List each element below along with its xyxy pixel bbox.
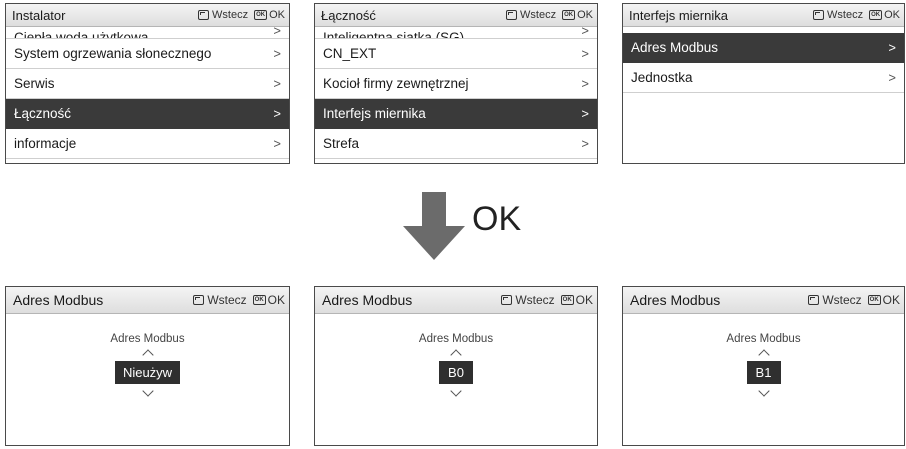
menu-item-connectivity[interactable]: Łączność > <box>6 99 289 129</box>
menu-item-modbus-address[interactable]: Adres Modbus > <box>623 33 904 63</box>
menu-item-label: Inteligentna siatka (SG) <box>323 30 465 39</box>
value-spinner: Adres Modbus B0 <box>315 333 597 397</box>
ok-icon[interactable]: OK <box>869 10 883 20</box>
ok-icon[interactable]: OK <box>560 295 574 305</box>
ok-label[interactable]: OK <box>268 293 285 307</box>
menu-item-zone[interactable]: Strefa > <box>315 129 597 159</box>
chevron-right-icon: > <box>273 136 281 151</box>
ok-label[interactable]: OK <box>884 9 900 21</box>
menu-item-label: informacje <box>14 136 77 151</box>
value-spinner: Adres Modbus Nieużyw <box>6 333 289 397</box>
screen-title: Interfejs miernika <box>629 7 728 23</box>
screen-instalator: Instalator Wstecz OK OK Ciepła woda użyt… <box>5 3 290 164</box>
menu-item-dhw[interactable]: Ciepła woda użytkowa > <box>6 27 289 39</box>
spinner-caption: Adres Modbus <box>418 333 494 345</box>
back-icon[interactable] <box>808 295 820 305</box>
spinner-caption: Adres Modbus <box>110 333 185 345</box>
screen-title: Adres Modbus <box>13 292 104 308</box>
chevron-down-icon[interactable] <box>450 385 462 397</box>
menu-item-smart-grid[interactable]: Inteligentna siatka (SG) > <box>315 27 597 39</box>
back-icon[interactable] <box>198 10 210 20</box>
back-label[interactable]: Wstecz <box>207 293 246 307</box>
screen-header: Adres Modbus Wstecz OK OK <box>315 287 597 314</box>
menu-item-label: Kocioł firmy zewnętrznej <box>323 76 469 91</box>
menu-item-meter-interface[interactable]: Interfejs miernika > <box>315 99 597 129</box>
menu-item-solar[interactable]: System ogrzewania słonecznego > <box>6 39 289 69</box>
screen-title: Łączność <box>321 7 376 23</box>
chevron-right-icon: > <box>581 76 589 91</box>
chevron-down-icon[interactable] <box>757 385 770 397</box>
chevron-right-icon: > <box>273 76 281 91</box>
menu-item-label: Jednostka <box>631 70 693 85</box>
screen-header: Adres Modbus Wstecz OK OK <box>6 287 289 314</box>
screen-meter-interface: Interfejs miernika Wstecz OK OK Adres Mo… <box>622 3 905 164</box>
chevron-up-icon[interactable] <box>757 349 770 361</box>
screen-header: Interfejs miernika Wstecz OK OK <box>623 4 904 27</box>
chevron-right-icon: > <box>888 40 896 55</box>
chevron-down-icon[interactable] <box>141 385 154 397</box>
back-label[interactable]: Wstecz <box>822 293 861 307</box>
back-icon[interactable] <box>813 10 825 20</box>
menu-item-label: Interfejs miernika <box>323 106 426 121</box>
screen-title: Instalator <box>12 7 66 23</box>
back-label[interactable]: Wstecz <box>212 9 248 21</box>
menu-item-label: CN_EXT <box>323 46 377 61</box>
ok-icon[interactable]: OK <box>562 10 576 20</box>
menu-item-label: Łączność <box>14 106 72 121</box>
ok-icon[interactable]: OK <box>254 10 268 20</box>
menu-item-info[interactable]: informacje > <box>6 129 289 159</box>
chevron-right-icon: > <box>273 46 281 61</box>
ok-icon[interactable]: OK <box>252 295 266 305</box>
chevron-right-icon: > <box>888 70 896 85</box>
menu-item-third-party-boiler[interactable]: Kocioł firmy zewnętrznej > <box>315 69 597 99</box>
back-icon[interactable] <box>501 295 513 305</box>
menu-item-label: Serwis <box>14 76 55 91</box>
chevron-right-icon: > <box>581 106 589 121</box>
menu-item-label: Ciepła woda użytkowa <box>14 30 149 39</box>
menu-list: Adres Modbus > Jednostka > <box>623 33 904 93</box>
chevron-right-icon: > <box>273 27 281 38</box>
screen-header: Instalator Wstecz OK OK <box>6 4 289 27</box>
chevron-right-icon: > <box>581 46 589 61</box>
back-label[interactable]: Wstecz <box>520 9 556 21</box>
menu-item-service[interactable]: Serwis > <box>6 69 289 99</box>
chevron-right-icon: > <box>581 136 589 151</box>
menu-list: Ciepła woda użytkowa > System ogrzewania… <box>6 27 289 159</box>
menu-list: Inteligentna siatka (SG) > CN_EXT > Koci… <box>315 27 597 159</box>
chevron-up-icon[interactable] <box>450 349 462 361</box>
screen-header: Adres Modbus Wstecz OK OK <box>623 287 904 314</box>
back-icon[interactable] <box>193 295 205 305</box>
menu-item-label: Adres Modbus <box>631 40 719 55</box>
screen-modbus-address-1: Adres Modbus Wstecz OK OK Adres Modbus N… <box>5 286 290 446</box>
spinner-caption: Adres Modbus <box>726 333 801 345</box>
screen-header: Łączność Wstecz OK OK <box>315 4 597 27</box>
spinner-value[interactable]: B1 <box>746 361 781 384</box>
chevron-right-icon: > <box>581 27 589 38</box>
value-spinner: Adres Modbus B1 <box>623 333 904 397</box>
ok-label[interactable]: OK <box>576 293 593 307</box>
screen-title: Adres Modbus <box>630 292 721 308</box>
screen-modbus-address-2: Adres Modbus Wstecz OK OK Adres Modbus B… <box>314 286 598 446</box>
chevron-up-icon[interactable] <box>141 349 154 361</box>
spinner-value[interactable]: B0 <box>439 361 473 384</box>
menu-item-label: Strefa <box>323 136 360 151</box>
screen-modbus-address-3: Adres Modbus Wstecz OK OK Adres Modbus B… <box>622 286 905 446</box>
menu-item-unit[interactable]: Jednostka > <box>623 63 904 93</box>
ok-label[interactable]: OK <box>577 9 593 21</box>
ok-label[interactable]: OK <box>883 293 900 307</box>
screen-connectivity: Łączność Wstecz OK OK Inteligentna siatk… <box>314 3 598 164</box>
transition-ok-label: OK <box>472 200 522 238</box>
chevron-right-icon: > <box>273 106 281 121</box>
ok-icon[interactable]: OK <box>867 295 881 305</box>
menu-item-label: System ogrzewania słonecznego <box>14 46 212 61</box>
spinner-value[interactable]: Nieużyw <box>114 361 181 384</box>
menu-item-cn-ext[interactable]: CN_EXT > <box>315 39 597 69</box>
down-arrow-icon <box>403 192 465 260</box>
back-icon[interactable] <box>506 10 518 20</box>
ok-label[interactable]: OK <box>269 9 285 21</box>
back-label[interactable]: Wstecz <box>827 9 863 21</box>
screen-title: Adres Modbus <box>322 292 413 308</box>
back-label[interactable]: Wstecz <box>515 293 554 307</box>
